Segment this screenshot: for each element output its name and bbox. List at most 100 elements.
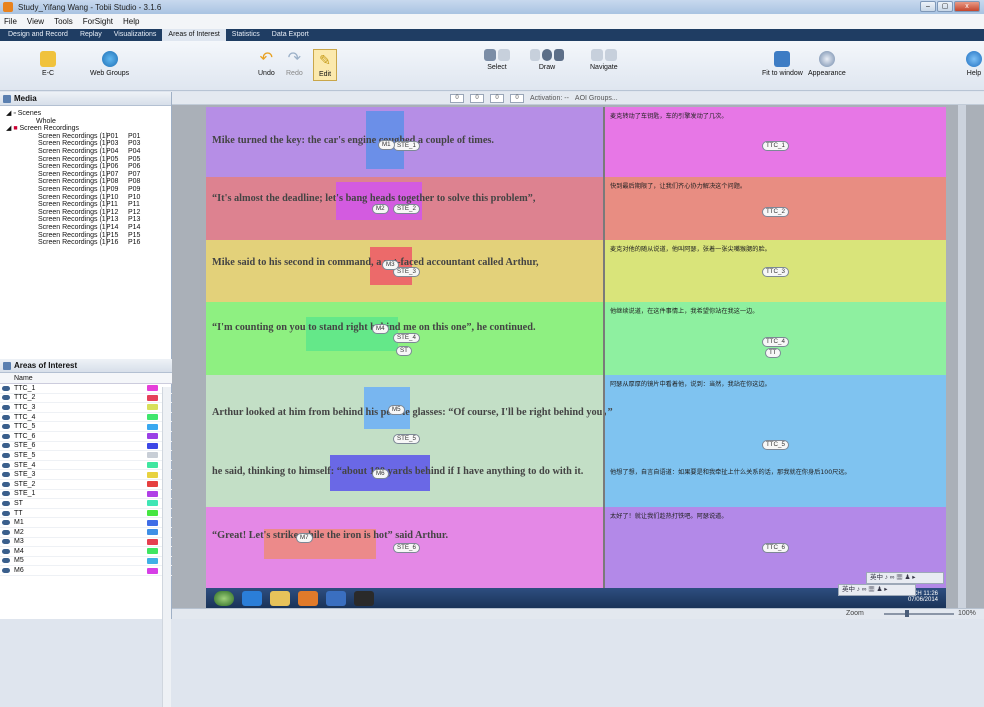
minimize-button[interactable]: – [920,1,936,12]
recording-item[interactable]: Screen Recordings (1) P14 P14 [6,224,171,232]
ie-icon[interactable] [242,590,262,606]
activation-label[interactable]: Activation: -- [530,95,569,102]
aoi-list-item[interactable]: ST [0,499,172,509]
aoi-tag[interactable]: TTC_3 [762,267,789,277]
visibility-eye-icon[interactable] [2,472,10,478]
aoi-tag[interactable]: STE_1 [393,141,420,151]
aoi-tag[interactable]: M4 [372,324,389,334]
aoi-list-item[interactable]: STE_3 [0,470,172,480]
recording-item[interactable]: Screen Recordings (1) P08 P08 [6,178,171,186]
aoi-tag[interactable]: STE_6 [393,543,420,553]
offset-x-field[interactable]: 0 [450,93,464,103]
menu-view[interactable]: View [27,17,44,26]
aoi-list-item[interactable]: TTC_2 [0,394,172,404]
recording-item[interactable]: Screen Recordings (1) P06 P06 [6,163,171,171]
menu-file[interactable]: File [4,17,17,26]
tab-design-and-record[interactable]: Design and Record [2,29,74,41]
aoi-color-swatch[interactable] [147,519,158,526]
recording-item[interactable]: Screen Recordings (1) P04 P04 [6,148,171,156]
maximize-button[interactable]: ▢ [937,1,953,12]
visibility-eye-icon[interactable] [2,452,10,458]
recording-item[interactable]: Screen Recordings (1) P11 P11 [6,201,171,209]
visibility-eye-icon[interactable] [2,481,10,487]
tab-visualizations[interactable]: Visualizations [108,29,163,41]
recording-item[interactable]: Screen Recordings (1) P05 P05 [6,156,171,164]
aoi-list-item[interactable]: M5 [0,557,172,567]
aoi-groups-label[interactable]: AOI Groups... [575,95,618,102]
aoi-color-swatch[interactable] [147,500,158,507]
visibility-eye-icon[interactable] [2,520,10,526]
tobii-icon[interactable] [354,590,374,606]
visibility-eye-icon[interactable] [2,510,10,516]
aoi-color-swatch[interactable] [147,548,158,555]
aoi-tag[interactable]: M5 [388,405,405,415]
menu-forsight[interactable]: ForSight [83,17,113,26]
language-bar-secondary[interactable]: 英中 ♪ ∞ ▦ ♟ ▸ [838,584,916,596]
aoi-color-swatch[interactable] [147,404,158,411]
aoi-tag[interactable]: M6 [372,469,389,479]
media-player-icon[interactable] [298,590,318,606]
aoi-list-item[interactable]: M3 [0,538,172,548]
aoi-list-item[interactable]: TT [0,509,172,519]
aoi-list-item[interactable]: STE_6 [0,442,172,452]
aoi-list-item[interactable]: STE_5 [0,451,172,461]
help-button[interactable]: Help [966,51,982,77]
recording-item[interactable]: Screen Recordings (1) P03 P03 [6,140,171,148]
language-bar[interactable]: 英中 ♪ ∞ ▦ ♟ ▸ [866,572,944,584]
aoi-color-swatch[interactable] [147,471,158,478]
close-button[interactable]: x [954,1,980,12]
fit-to-window-button[interactable]: Fit to window [762,51,803,77]
aoi-color-swatch[interactable] [147,433,158,440]
aoi-list-item[interactable]: STE_2 [0,480,172,490]
aoi-tag[interactable]: M3 [382,260,399,270]
aoi-list-item[interactable]: M6 [0,566,172,576]
aoi-color-swatch[interactable] [147,510,158,517]
visibility-eye-icon[interactable] [2,539,10,545]
web-groups-button[interactable]: Web Groups [90,51,129,77]
aoi-color-swatch[interactable] [147,529,158,536]
stimulus-canvas[interactable]: Mike turned the key: the car's engine co… [206,107,946,593]
visibility-eye-icon[interactable] [2,404,10,410]
aoi-list-item[interactable]: M4 [0,547,172,557]
aoi-color-swatch[interactable] [147,442,158,449]
aoi-color-swatch[interactable] [147,567,158,574]
aoi-tag[interactable]: M7 [296,533,313,543]
aoi-color-swatch[interactable] [147,557,158,564]
undo-button[interactable]: ↶ Undo [258,51,275,78]
aoi-tag[interactable]: M1 [378,140,395,150]
offset-y-field[interactable]: 0 [470,93,484,103]
visibility-eye-icon[interactable] [2,491,10,497]
aoi-list-item[interactable]: STE_4 [0,461,172,471]
whole-node[interactable]: Whole [6,118,171,126]
aoi-list-item[interactable]: TTC_5 [0,422,172,432]
visibility-eye-icon[interactable] [2,433,10,439]
visibility-eye-icon[interactable] [2,443,10,449]
visibility-eye-icon[interactable] [2,414,10,420]
visibility-eye-icon[interactable] [2,548,10,554]
aoi-list-item[interactable]: M1 [0,518,172,528]
aoi-list-item[interactable]: TTC_6 [0,432,172,442]
menu-help[interactable]: Help [123,17,139,26]
tab-data-export[interactable]: Data Export [266,29,315,41]
visibility-eye-icon[interactable] [2,568,10,574]
aoi-list-item[interactable]: TTC_1 [0,384,172,394]
visibility-eye-icon[interactable] [2,500,10,506]
aoi-tag[interactable]: STE_2 [393,204,420,214]
aoi-tag[interactable]: TTC_6 [762,543,789,553]
visibility-eye-icon[interactable] [2,558,10,564]
edit-button[interactable]: ✎ Edit [313,49,337,81]
aoi-list-item[interactable]: STE_1 [0,490,172,500]
aoi-color-swatch[interactable] [147,452,158,459]
visibility-eye-icon[interactable] [2,462,10,468]
visibility-eye-icon[interactable] [2,385,10,391]
aoi-scrollbar[interactable] [162,387,171,707]
screen-recordings-node[interactable]: ◢ ■ Screen Recordings [6,125,171,133]
aoi-list-item[interactable]: TTC_4 [0,413,172,423]
aoi-tag[interactable]: TT [765,348,781,358]
aoi-tag[interactable]: ST [396,346,412,356]
recording-item[interactable]: Screen Recordings (1) P13 P13 [6,216,171,224]
recording-item[interactable]: Screen Recordings (1) P12 P12 [6,209,171,217]
tab-statistics[interactable]: Statistics [226,29,266,41]
recording-item[interactable]: Screen Recordings (1) P15 P15 [6,232,171,240]
recording-item[interactable]: Screen Recordings (1) P07 P07 [6,171,171,179]
